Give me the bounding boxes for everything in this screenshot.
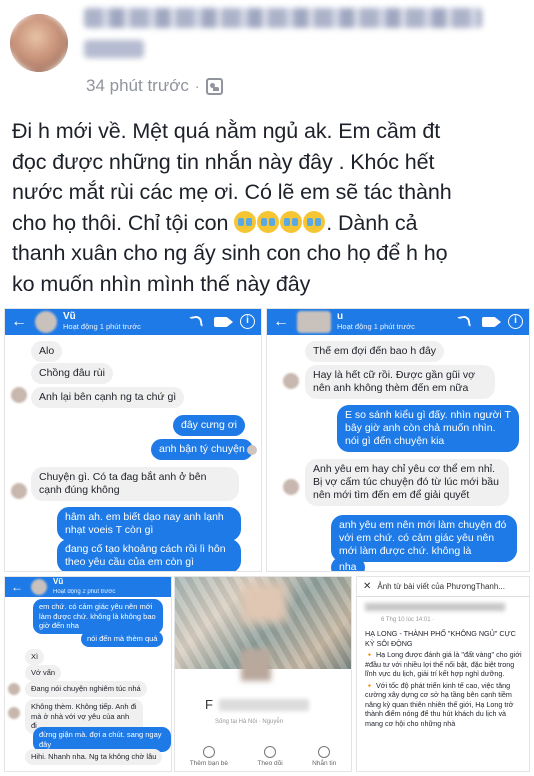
message-bubble: Vớ vẩn bbox=[25, 665, 62, 681]
message-bubble: nói đến mà thèm quá bbox=[81, 631, 164, 647]
article-bar-title: Ảnh từ bài viết của PhươngThanh... bbox=[377, 582, 505, 591]
crying-emoji-icon bbox=[280, 210, 303, 233]
messenger-header: ← Vũ Hoạt động 2 phút trước bbox=[5, 577, 171, 597]
message-bubble: Chuyện gì. Có ta đag bắt anh ở bên cạnh … bbox=[31, 467, 239, 501]
profile-actions: Thêm bạn bè Theo dõi Nhắn tin bbox=[175, 746, 351, 767]
add-friend-button[interactable]: Thêm bạn bè bbox=[190, 746, 228, 767]
public-icon bbox=[205, 77, 223, 95]
contact-mini-avatar bbox=[283, 479, 299, 495]
chat-area: Thế em đợi đến bao h đây Hay là hết cữ r… bbox=[267, 335, 529, 571]
back-arrow-icon[interactable]: ← bbox=[11, 314, 27, 330]
contact-status: Hoạt động 2 phút trước bbox=[53, 589, 116, 595]
chat-screenshot-1[interactable]: ← Vũ Hoạt động 1 phút trước i Alo Chồng … bbox=[4, 308, 262, 572]
article-date: 6 Thg 10 lúc 14:01 · bbox=[381, 617, 435, 623]
contact-status: Hoạt động 1 phút trước bbox=[337, 322, 415, 331]
post-body: Đi h mới về. Mệt quá nằm ngủ ak. Em cầm … bbox=[12, 116, 527, 299]
post-meta: 34 phút trước · bbox=[86, 76, 223, 96]
phone-icon[interactable] bbox=[457, 314, 471, 329]
article-paragraph: 🔸 Với tốc độ phát triển kinh tế cao, việ… bbox=[365, 680, 514, 728]
article-paragraph: 🔸 Hạ Long được đánh giá là "đất vàng" ch… bbox=[365, 650, 522, 678]
meta-separator: · bbox=[194, 78, 200, 94]
chat-screenshot-3[interactable]: ← Vũ Hoạt động 2 phút trước em chứ. có c… bbox=[4, 576, 172, 772]
profile-screenshot[interactable]: F Sống tại Hà Nội · Nguyễn Thêm bạn bè T… bbox=[174, 576, 352, 772]
message-bubble: Anh lại bên cạnh ng ta chứ gì bbox=[31, 387, 185, 408]
contact-avatar bbox=[31, 579, 47, 595]
author-name-blurred[interactable] bbox=[84, 8, 482, 28]
phone-icon[interactable] bbox=[189, 314, 203, 329]
author-name-blurred-line2 bbox=[84, 40, 144, 58]
message-bubble: đang cố tạo khoảng cách rồi lì hôn theo … bbox=[57, 539, 241, 571]
seen-indicator bbox=[247, 445, 257, 455]
add-friend-icon bbox=[202, 746, 215, 758]
contact-mini-avatar bbox=[11, 387, 27, 403]
message-bubble: E so sánh kiểu gì đấy. nhìn người T bây … bbox=[337, 405, 519, 452]
message-bubble: anh yêu em nên mới làm chuyện đó với em … bbox=[331, 515, 517, 562]
chat-area: Alo Chồng đâu rùi Anh lại bên cạnh ng ta… bbox=[5, 335, 261, 571]
message-bubble: Đang nói chuyện nghiêm túc nhá bbox=[25, 681, 147, 697]
article-body: HẠ LONG - THÀNH PHỐ "KHÔNG NGỦ" CỰC KỲ S… bbox=[365, 629, 523, 728]
blurred-face bbox=[241, 583, 287, 623]
message-bubble: nha bbox=[331, 557, 365, 571]
message-bubble: Hay là hết cữ rồi. Được gần gũi vợ nên a… bbox=[305, 365, 495, 399]
follow-button[interactable]: Theo dõi bbox=[257, 746, 283, 767]
back-arrow-icon[interactable]: ← bbox=[273, 314, 289, 330]
close-icon[interactable]: ✕ bbox=[363, 581, 371, 592]
message-bubble: anh bận tý chuyện bbox=[151, 439, 253, 460]
messenger-header: ← Vũ Hoạt động 1 phút trước i bbox=[5, 309, 261, 335]
message-bubble: Hihi. Nhanh nha. Ng ta không chờ lâu bbox=[25, 749, 163, 765]
article-screenshot[interactable]: ✕ Ảnh từ bài viết của PhươngThanh... 6 T… bbox=[356, 576, 530, 772]
article-header: ✕ Ảnh từ bài viết của PhươngThanh... bbox=[357, 577, 529, 597]
contact-status: Hoạt động 1 phút trước bbox=[63, 322, 141, 331]
contact-name: Vũ bbox=[63, 311, 76, 322]
message-bubble: Thế em đợi đến bao h đây bbox=[305, 341, 445, 362]
contact-avatar bbox=[297, 311, 331, 333]
follow-icon bbox=[264, 746, 277, 758]
post-header: 34 phút trước · bbox=[0, 0, 534, 110]
profile-picture bbox=[241, 649, 271, 681]
message-bubble: đây cưng ơi bbox=[173, 415, 245, 436]
chat-screenshot-2[interactable]: ← u Hoạt động 1 phút trước i Thế em đợi … bbox=[266, 308, 530, 572]
message-button[interactable]: Nhắn tin bbox=[312, 746, 336, 767]
profile-subtitle: Sống tại Hà Nội · Nguyễn bbox=[215, 719, 284, 725]
messenger-icon bbox=[318, 746, 331, 758]
post-time[interactable]: 34 phút trước bbox=[86, 76, 189, 96]
contact-mini-avatar bbox=[283, 373, 299, 389]
author-avatar[interactable] bbox=[10, 14, 68, 72]
crying-emoji-icon bbox=[257, 210, 280, 233]
crying-emoji-icon bbox=[303, 210, 326, 233]
contact-mini-avatar bbox=[11, 483, 27, 499]
contact-mini-avatar bbox=[8, 683, 20, 695]
article-headline: HẠ LONG - THÀNH PHỐ "KHÔNG NGỦ" CỰC KỲ S… bbox=[365, 629, 516, 648]
profile-name-blurred bbox=[219, 699, 309, 711]
message-bubble: Alo bbox=[31, 341, 63, 362]
article-author-blurred bbox=[365, 603, 505, 611]
info-icon[interactable]: i bbox=[240, 314, 255, 329]
back-arrow-icon[interactable]: ← bbox=[11, 581, 23, 593]
video-call-icon[interactable] bbox=[482, 316, 501, 327]
video-call-icon[interactable] bbox=[214, 316, 233, 327]
contact-avatar bbox=[35, 311, 57, 333]
message-bubble: Chồng đâu rùi bbox=[31, 363, 113, 384]
profile-name: F bbox=[205, 697, 213, 712]
message-bubble: hâm ah. em biết dạo nay anh lạnh nhạt vo… bbox=[57, 507, 241, 541]
crying-emoji-icon bbox=[234, 210, 257, 233]
chat-area: em chứ. có cảm giác yêu nên mới làm được… bbox=[5, 597, 171, 771]
message-bubble: Anh yêu em hay chỉ yêu cơ thể em nhỉ. Bị… bbox=[305, 459, 509, 506]
message-bubble: Xì bbox=[25, 649, 45, 665]
messenger-header: ← u Hoạt động 1 phút trước i bbox=[267, 309, 529, 335]
contact-name: Vũ bbox=[53, 577, 64, 586]
contact-name: u bbox=[337, 311, 344, 322]
info-icon[interactable]: i bbox=[508, 314, 523, 329]
contact-mini-avatar bbox=[8, 707, 20, 719]
message-bubble: em chứ. có cảm giác yêu nên mới làm được… bbox=[33, 599, 163, 634]
